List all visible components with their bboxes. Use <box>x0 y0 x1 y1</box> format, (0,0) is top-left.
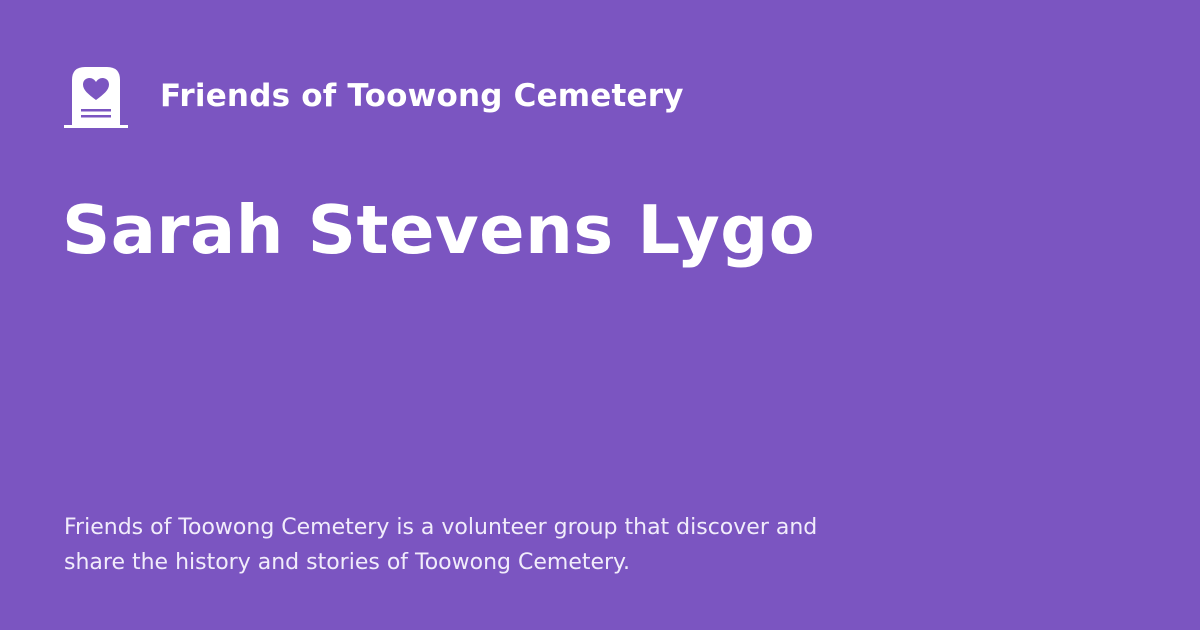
site-description: Friends of Toowong Cemetery is a volunte… <box>64 515 818 575</box>
site-name: Friends of Toowong Cemetery <box>160 78 684 114</box>
page-title: Sarah Stevens Lygo <box>62 191 816 269</box>
heart-headstone-icon <box>64 67 128 128</box>
page: { "header": { "logo_icon": "heart-headst… <box>0 0 1200 630</box>
brand-header: Friends of Toowong Cemetery <box>64 64 684 128</box>
